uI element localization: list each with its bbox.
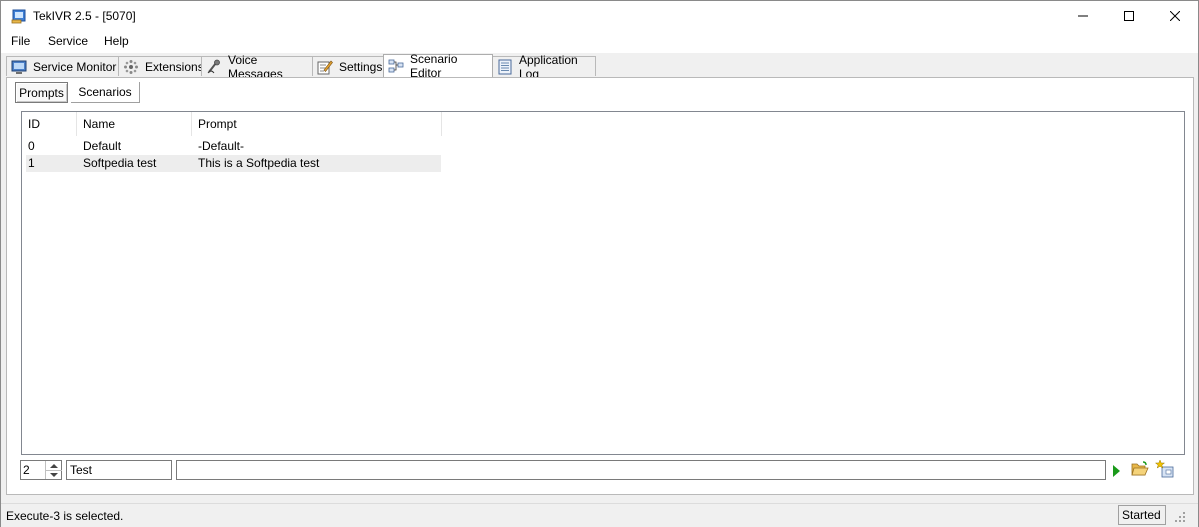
- menu-file[interactable]: File: [9, 34, 32, 48]
- menu-bar: File Service Help: [1, 31, 1198, 53]
- settings-icon: [317, 60, 333, 74]
- main-tab-strip: Service Monitor Extensions Voice Message…: [6, 52, 1194, 81]
- service-state: Started: [1118, 505, 1166, 525]
- close-button[interactable]: [1152, 1, 1198, 31]
- window-title: TekIVR 2.5 - [5070]: [33, 9, 136, 23]
- tab-label: Settings: [339, 59, 383, 74]
- prompt-name-input[interactable]: [66, 460, 172, 480]
- cell-prompt: -Default-: [198, 139, 245, 153]
- menu-service[interactable]: Service: [46, 34, 90, 48]
- tab-scenario-editor[interactable]: Scenario Editor: [383, 52, 493, 80]
- resize-grip-icon[interactable]: [1171, 508, 1187, 524]
- subtab-scenarios[interactable]: Scenarios: [71, 82, 140, 103]
- cell-id: 0: [28, 139, 35, 153]
- table-row[interactable]: 0 Default -Default-: [26, 138, 441, 155]
- tab-label: Service Monitor: [33, 59, 117, 74]
- close-icon: [1170, 11, 1180, 21]
- id-spinner[interactable]: 2: [20, 460, 62, 480]
- list-header: ID Name Prompt: [22, 112, 442, 136]
- tab-voice-messages[interactable]: Voice Messages: [201, 53, 313, 81]
- column-header-name[interactable]: Name: [77, 112, 192, 136]
- tab-settings[interactable]: Settings: [312, 56, 384, 76]
- status-message: Execute-3 is selected.: [6, 509, 124, 523]
- minimize-button[interactable]: [1060, 1, 1106, 31]
- minimize-icon: [1078, 15, 1088, 17]
- table-row[interactable]: 1 Softpedia test This is a Softpedia tes…: [26, 155, 441, 172]
- spinner-buttons: [45, 461, 62, 479]
- play-icon[interactable]: [1113, 465, 1120, 477]
- app-icon: [11, 9, 26, 24]
- scenario-editor-panel: Prompts Scenarios ID Name Prompt 0 Defau…: [6, 77, 1194, 495]
- status-bar: Execute-3 is selected. Started: [1, 503, 1198, 527]
- menu-help[interactable]: Help: [102, 34, 131, 48]
- spin-down-button[interactable]: [46, 470, 62, 479]
- id-value: 2: [23, 463, 30, 477]
- extensions-icon: [124, 59, 138, 74]
- tab-label: Scenario Editor: [410, 52, 458, 80]
- chevron-down-icon: [50, 472, 58, 477]
- prompts-list[interactable]: ID Name Prompt 0 Default -Default- 1 Sof…: [21, 111, 1185, 455]
- title-bar: TekIVR 2.5 - [5070]: [1, 1, 1198, 31]
- add-prompt-icon[interactable]: [1155, 459, 1175, 479]
- prompt-text-input[interactable]: [176, 460, 1106, 480]
- tab-label: Extensions: [145, 59, 204, 74]
- tab-extensions[interactable]: Extensions: [118, 56, 204, 76]
- cell-prompt: This is a Softpedia test: [198, 156, 320, 170]
- voice-messages-icon: [207, 59, 220, 73]
- tab-application-log[interactable]: Application Log: [492, 53, 596, 81]
- open-folder-icon[interactable]: [1131, 461, 1149, 477]
- chevron-up-icon: [50, 463, 58, 468]
- cell-id: 1: [28, 156, 35, 170]
- column-header-prompt[interactable]: Prompt: [192, 112, 442, 136]
- cell-name: Default: [83, 139, 122, 153]
- maximize-icon: [1124, 11, 1134, 21]
- tab-service-monitor[interactable]: Service Monitor: [6, 56, 119, 76]
- column-header-id[interactable]: ID: [22, 112, 77, 136]
- application-log-icon: [498, 59, 512, 74]
- main-window: TekIVR 2.5 - [5070] File Service Help Se…: [0, 0, 1199, 527]
- monitor-icon: [11, 60, 27, 74]
- subtab-prompts[interactable]: Prompts: [15, 82, 68, 103]
- scenario-editor-icon: [388, 59, 404, 73]
- cell-name: Softpedia test: [83, 156, 157, 170]
- maximize-button[interactable]: [1106, 1, 1152, 31]
